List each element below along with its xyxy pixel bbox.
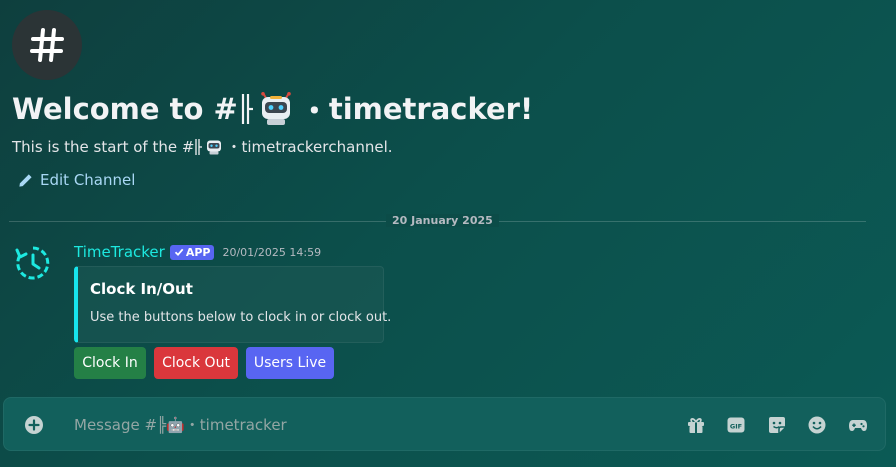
edit-channel-label: Edit Channel [40, 171, 136, 189]
message-input[interactable] [74, 412, 474, 438]
gamepad-icon[interactable] [848, 415, 868, 435]
robot-icon [207, 140, 222, 155]
users-live-button[interactable]: Users Live [246, 347, 334, 379]
app-badge-label: APP [185, 245, 211, 259]
author-name[interactable]: TimeTracker [74, 243, 165, 261]
message-timestamp[interactable]: 20/01/2025 14:59 [222, 246, 321, 259]
gif-icon[interactable]: GIF [726, 415, 746, 435]
message-header: TimeTracker APP 20/01/2025 14:59 [74, 243, 321, 261]
emoji-icon[interactable] [807, 415, 827, 435]
robot-icon [261, 92, 291, 125]
plus-icon[interactable] [24, 415, 44, 435]
channel-start-text: This is the start of the # ・ timetracker… [12, 136, 393, 157]
start-suffix: channel. [328, 137, 393, 156]
welcome-heading: Welcome to # ・ timetracker ! [12, 88, 533, 130]
channel-separator: ・ [299, 94, 329, 128]
start-prefix: This is the start of the # [12, 137, 195, 156]
sticker-icon[interactable] [767, 415, 787, 435]
channel-border-glyph [241, 94, 253, 124]
channel-name: timetracker [328, 92, 520, 126]
clock-in-button[interactable]: Clock In [74, 347, 146, 379]
bot-avatar[interactable] [14, 244, 52, 282]
embed-title: Clock In/Out [90, 280, 193, 298]
edit-channel-link[interactable]: Edit Channel [18, 171, 135, 189]
clock-out-button[interactable]: Clock Out [154, 347, 238, 379]
welcome-suffix: ! [519, 92, 534, 126]
message-embed: Clock In/Out Use the buttons below to cl… [74, 266, 391, 343]
app-badge: APP [169, 244, 215, 260]
date-divider-label: 20 January 2025 [386, 214, 499, 227]
channel-separator: ・ [226, 138, 242, 156]
check-icon [174, 248, 184, 257]
gift-icon[interactable] [686, 415, 706, 435]
channel-hash-avatar [12, 10, 82, 80]
channel-name: timetracker [241, 137, 329, 156]
message-composer: GIF [3, 397, 886, 451]
hashtag-icon [30, 28, 64, 62]
svg-text:GIF: GIF [730, 423, 742, 431]
embed-description: Use the buttons below to clock in or clo… [90, 310, 392, 325]
welcome-prefix: Welcome to # [12, 92, 238, 126]
clock-icon [15, 246, 50, 280]
pencil-icon [19, 173, 32, 187]
channel-border-glyph [195, 138, 203, 155]
